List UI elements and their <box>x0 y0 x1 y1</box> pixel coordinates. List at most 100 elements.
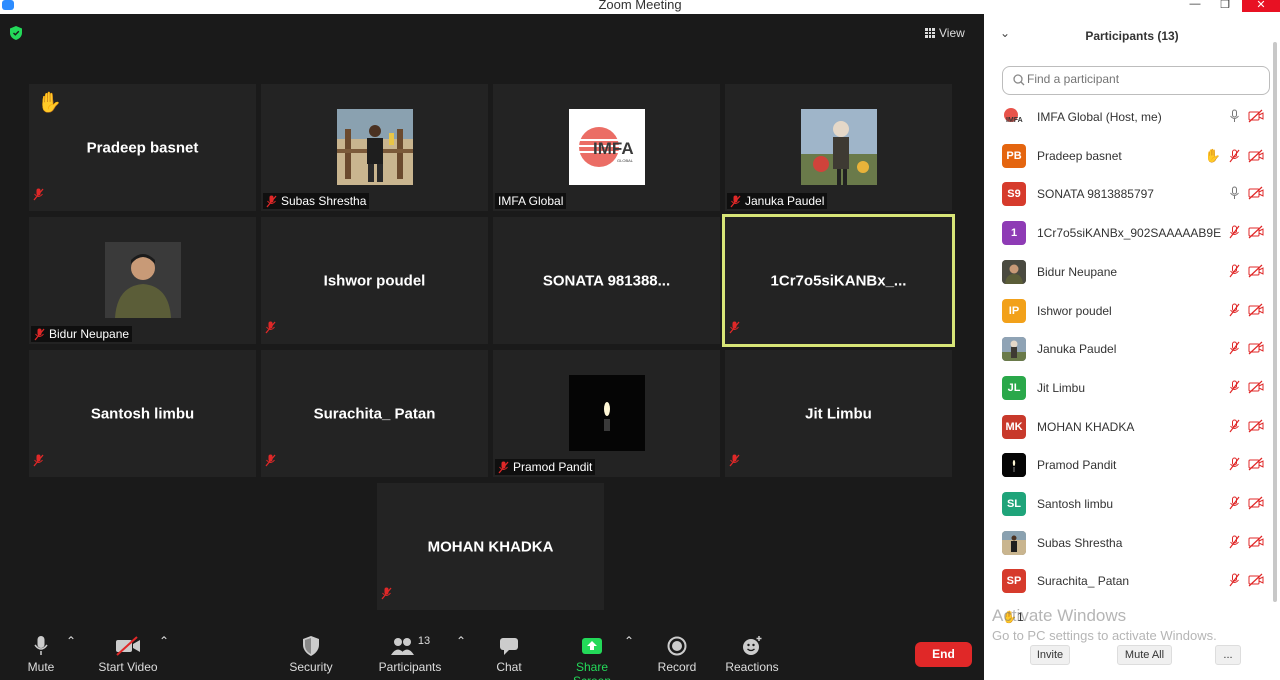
participant-row[interactable]: MK MOHAN KHADKA <box>984 408 1276 446</box>
microphone-icon <box>34 636 48 655</box>
reactions-button[interactable]: Reactions <box>724 634 780 674</box>
avatar: MK <box>1002 414 1026 439</box>
panel-header: ⌄ Participants (13) <box>984 14 1280 58</box>
mic-muted-icon[interactable] <box>1229 225 1240 239</box>
video-off-icon[interactable] <box>1248 303 1264 317</box>
share-screen-button[interactable]: Share Screen <box>556 634 628 680</box>
microphone-icon[interactable] <box>1229 186 1240 200</box>
mic-muted-icon[interactable] <box>1229 149 1240 163</box>
participant-row[interactable]: Pramod Pandit <box>984 446 1276 484</box>
microphone-icon[interactable] <box>1229 109 1240 123</box>
video-off-icon[interactable] <box>1248 341 1264 355</box>
video-off-icon[interactable] <box>1248 109 1264 123</box>
tile-label: IMFA Global <box>495 193 567 209</box>
participant-name: Pramod Pandit <box>1037 458 1117 473</box>
bidur-photo <box>104 242 181 318</box>
more-options-button[interactable]: ... <box>1215 645 1241 665</box>
video-options-caret[interactable]: ⌃ <box>159 634 169 648</box>
start-video-button[interactable]: Start Video <box>96 634 160 674</box>
tile-name: Surachita_ Patan <box>313 405 436 422</box>
invite-button[interactable]: Invite <box>1030 645 1070 665</box>
minimize-button[interactable]: — <box>1182 0 1208 12</box>
tile-name: Santosh limbu <box>90 405 195 422</box>
video-gallery: View ✋ Pradeep basnet Subas Shrestha IMF… <box>0 14 984 680</box>
participant-row[interactable]: PB Pradeep basnet ✋ <box>984 137 1276 175</box>
mute-button[interactable]: Mute <box>22 634 60 674</box>
tile-name: Ishwor poudel <box>323 272 426 289</box>
tile-label-text: Subas Shrestha <box>281 194 367 208</box>
mic-muted-icon[interactable] <box>1229 341 1240 355</box>
mic-muted-icon[interactable] <box>1229 496 1240 510</box>
view-button[interactable]: View <box>925 26 965 40</box>
maximize-button[interactable]: ❐ <box>1212 0 1238 12</box>
participant-row[interactable]: Bidur Neupane <box>984 253 1276 291</box>
video-tile-ishwor[interactable]: Ishwor poudel <box>261 217 488 344</box>
video-off-icon[interactable] <box>1248 149 1264 163</box>
participants-icon <box>390 638 414 655</box>
participant-row[interactable]: IP Ishwor poudel <box>984 292 1276 330</box>
tile-label-text: Bidur Neupane <box>49 327 130 341</box>
video-tile-januka[interactable]: Januka Paudel <box>725 84 952 211</box>
search-input[interactable] <box>1027 72 1257 86</box>
video-tile-pramod[interactable]: Pramod Pandit <box>493 350 720 477</box>
mic-muted-icon[interactable] <box>1229 457 1240 471</box>
participants-count: 13 <box>417 635 431 647</box>
video-off-icon[interactable] <box>1248 225 1264 239</box>
mute-options-caret[interactable]: ⌃ <box>66 634 76 648</box>
mic-muted-icon[interactable] <box>1229 303 1240 317</box>
tile-label: Subas Shrestha <box>263 193 370 209</box>
video-tile-subas[interactable]: Subas Shrestha <box>261 84 488 211</box>
mic-muted-icon <box>33 454 44 472</box>
mute-all-button[interactable]: Mute All <box>1117 645 1172 665</box>
video-tile-active-speaker[interactable]: 1Cr7o5siKANBx_... <box>722 214 955 347</box>
chat-button[interactable]: Chat <box>492 634 526 674</box>
video-tile-bidur[interactable]: Bidur Neupane <box>29 217 256 344</box>
tile-name: 1Cr7o5siKANBx_... <box>770 272 907 289</box>
video-off-icon[interactable] <box>1248 496 1264 510</box>
video-off-icon[interactable] <box>1248 380 1264 394</box>
end-meeting-button[interactable]: End <box>915 642 972 667</box>
grid-icon <box>925 28 935 38</box>
record-button[interactable]: Record <box>655 634 699 674</box>
security-label: Security <box>289 660 333 674</box>
participant-row[interactable]: Subas Shrestha <box>984 524 1276 562</box>
mic-muted-icon[interactable] <box>1229 380 1240 394</box>
avatar: SL <box>1002 492 1026 516</box>
share-options-caret[interactable]: ⌃ <box>624 634 634 648</box>
participants-options-caret[interactable]: ⌃ <box>456 634 466 648</box>
video-tile-jit[interactable]: Jit Limbu <box>725 350 952 477</box>
search-box[interactable] <box>1002 66 1270 95</box>
video-tile-imfa[interactable]: IMFA GLOBAL IMFA Global <box>493 84 720 211</box>
participant-row[interactable]: SL Santosh limbu <box>984 485 1276 523</box>
participant-row[interactable]: 1 1Cr7o5siKANBx_902SAAAAAB9E... <box>984 214 1276 252</box>
januka-avatar-photo <box>1002 337 1026 362</box>
mic-muted-icon[interactable] <box>1229 535 1240 549</box>
video-off-icon[interactable] <box>1248 573 1264 587</box>
video-off-icon[interactable] <box>1248 186 1264 200</box>
participants-button[interactable]: 13 Participants <box>378 634 442 674</box>
video-off-icon[interactable] <box>1248 419 1264 433</box>
video-off-icon[interactable] <box>1248 535 1264 549</box>
imfa-logo: IMFA GLOBAL <box>568 109 645 185</box>
title-bar: Zoom Meeting — ❐ ✕ <box>0 0 1280 14</box>
video-tile-sonata[interactable]: SONATA 981388... <box>493 217 720 344</box>
participant-row[interactable]: JL Jit Limbu <box>984 369 1276 407</box>
participant-list-scrollbar[interactable] <box>1273 42 1277 602</box>
video-off-icon[interactable] <box>1248 457 1264 471</box>
shield-icon[interactable] <box>10 26 22 40</box>
participant-name: Jit Limbu <box>1037 380 1086 395</box>
video-tile-santosh[interactable]: Santosh limbu <box>29 350 256 477</box>
mic-muted-icon[interactable] <box>1229 573 1240 587</box>
video-off-icon[interactable] <box>1248 264 1264 278</box>
mic-muted-icon[interactable] <box>1229 419 1240 433</box>
participant-row[interactable]: Januka Paudel <box>984 330 1276 368</box>
close-button[interactable]: ✕ <box>1242 0 1280 12</box>
participant-row[interactable]: IMFA IMFA Global (Host, me) <box>984 98 1276 136</box>
video-tile-pradeep[interactable]: ✋ Pradeep basnet <box>29 84 256 211</box>
mic-muted-icon[interactable] <box>1229 264 1240 278</box>
participant-list: IMFA IMFA Global (Host, me) PB Pradeep b… <box>984 98 1276 608</box>
video-tile-surachita[interactable]: Surachita_ Patan <box>261 350 488 477</box>
security-button[interactable]: Security <box>286 634 336 674</box>
participant-row[interactable]: S9 SONATA 9813885797 <box>984 175 1276 213</box>
video-tile-mohan[interactable]: MOHAN KHADKA <box>377 483 604 610</box>
